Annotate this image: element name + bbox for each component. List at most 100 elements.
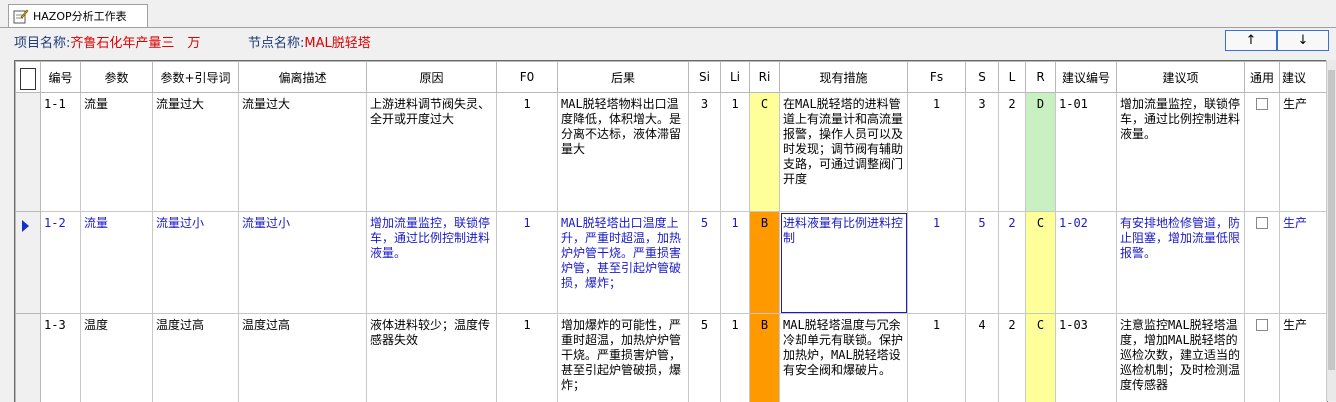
cell-consequence[interactable]: MAL脱轻塔物料出口温度降低，体积增大。是分离不达标，液体滞留量大 bbox=[558, 93, 689, 212]
cell-consequence[interactable]: 增加爆炸的可能性，严重时超温，加热炉炉管干烧。严重损害炉管，甚至引起炉管破损，爆… bbox=[558, 314, 689, 402]
cell-fs[interactable]: 1 bbox=[908, 212, 966, 314]
cell-s[interactable]: 5 bbox=[966, 212, 999, 314]
select-all-box[interactable] bbox=[20, 68, 36, 90]
col-header-measures[interactable]: 现有措施 bbox=[780, 62, 908, 93]
cell-rec-owner[interactable]: 生产 bbox=[1280, 93, 1329, 212]
cell-param[interactable]: 温度 bbox=[81, 314, 153, 402]
info-bar: 项目名称:齐鲁石化年产量三 万 节点名称:MAL脱轻塔 bbox=[0, 28, 1336, 54]
col-header-rec-no[interactable]: 建议编号 bbox=[1056, 62, 1117, 93]
cell-param-guide[interactable]: 温度过高 bbox=[153, 314, 239, 402]
table-row-selected[interactable]: 1-2 流量 流量过小 流量过小 增加流量监控，联锁停车，通过比例控制进料液量。… bbox=[16, 212, 1329, 314]
row-selector[interactable] bbox=[16, 93, 41, 212]
hazop-table: 编号 参数 参数+引导词 偏离描述 原因 F0 后果 Si Li Ri 现有措施… bbox=[15, 61, 1328, 402]
cell-cause[interactable]: 液体进料较少；温度传感器失效 bbox=[367, 314, 497, 402]
cell-id[interactable]: 1-2 bbox=[41, 212, 81, 314]
cell-r[interactable]: C bbox=[1026, 314, 1056, 402]
move-down-button[interactable]: ↓ bbox=[1277, 30, 1329, 51]
cell-s[interactable]: 4 bbox=[966, 314, 999, 402]
cell-measures[interactable]: MAL脱轻塔温度与冗余冷却单元有联锁。保护加热炉，MAL脱轻塔设有安全阀和爆破片… bbox=[780, 314, 908, 402]
cell-consequence[interactable]: MAL脱轻塔出口温度上升，严重时超温，加热炉炉管干烧。严重损害炉管，甚至引起炉管… bbox=[558, 212, 689, 314]
cell-s[interactable]: 3 bbox=[966, 93, 999, 212]
cell-measures-focused[interactable]: 进料液量有比例进料控制 bbox=[780, 212, 908, 314]
col-header-deviation[interactable]: 偏离描述 bbox=[239, 62, 367, 93]
node-name-value: MAL脱轻塔 bbox=[304, 36, 370, 51]
cell-id[interactable]: 1-1 bbox=[41, 93, 81, 212]
project-name-value: 齐鲁石化年产量三 万 bbox=[70, 36, 200, 51]
cell-param-guide[interactable]: 流量过小 bbox=[153, 212, 239, 314]
col-header-l[interactable]: L bbox=[999, 62, 1026, 93]
move-up-button[interactable]: ↑ bbox=[1225, 30, 1277, 51]
node-info: 节点名称:MAL脱轻塔 bbox=[248, 32, 371, 51]
col-header-id[interactable]: 编号 bbox=[41, 62, 81, 93]
cell-l[interactable]: 2 bbox=[999, 314, 1026, 402]
cell-rec-no[interactable]: 1-01 bbox=[1056, 93, 1117, 212]
cell-ri[interactable]: B bbox=[750, 212, 780, 314]
cell-li[interactable]: 1 bbox=[721, 93, 750, 212]
row-selector[interactable] bbox=[16, 314, 41, 402]
row-selector[interactable] bbox=[16, 212, 41, 314]
common-checkbox[interactable] bbox=[1256, 217, 1268, 229]
cell-si[interactable]: 5 bbox=[689, 212, 721, 314]
cell-cause[interactable]: 增加流量监控，联锁停车，通过比例控制进料液量。 bbox=[367, 212, 497, 314]
edit-document-icon bbox=[13, 8, 29, 24]
common-checkbox[interactable] bbox=[1256, 98, 1268, 110]
cell-fs[interactable]: 1 bbox=[908, 93, 966, 212]
cell-recommendation[interactable]: 增加流量监控，联锁停车，通过比例控制进料液量。 bbox=[1117, 93, 1245, 212]
cell-ri[interactable]: B bbox=[750, 314, 780, 402]
col-header-li[interactable]: Li bbox=[721, 62, 750, 93]
cell-common[interactable] bbox=[1245, 212, 1280, 314]
cell-cause[interactable]: 上游进料调节阀失灵、全开或开度过大 bbox=[367, 93, 497, 212]
cell-recommendation[interactable]: 有安排地检修管道，防止阻塞，增加流量低限报警。 bbox=[1117, 212, 1245, 314]
select-all-cell[interactable] bbox=[16, 62, 41, 93]
cell-rec-no[interactable]: 1-03 bbox=[1056, 314, 1117, 402]
cell-li[interactable]: 1 bbox=[721, 314, 750, 402]
cell-fs[interactable]: 1 bbox=[908, 314, 966, 402]
common-checkbox[interactable] bbox=[1256, 319, 1268, 331]
cell-l[interactable]: 2 bbox=[999, 212, 1026, 314]
cell-param-guide[interactable]: 流量过大 bbox=[153, 93, 239, 212]
col-header-rec-owner[interactable]: 建议 bbox=[1280, 62, 1329, 93]
cell-id[interactable]: 1-3 bbox=[41, 314, 81, 402]
tab-hazop-worksheet[interactable]: HAZOP分析工作表 bbox=[8, 4, 148, 27]
cell-deviation[interactable]: 温度过高 bbox=[239, 314, 367, 402]
col-header-cause[interactable]: 原因 bbox=[367, 62, 497, 93]
col-header-param-guide[interactable]: 参数+引导词 bbox=[153, 62, 239, 93]
cell-deviation[interactable]: 流量过大 bbox=[239, 93, 367, 212]
node-name-label: 节点名称: bbox=[248, 36, 304, 51]
cell-f0[interactable]: 1 bbox=[497, 93, 558, 212]
col-header-si[interactable]: Si bbox=[689, 62, 721, 93]
col-header-f0[interactable]: F0 bbox=[497, 62, 558, 93]
cell-measures[interactable]: 在MAL脱轻塔的进料管道上有流量计和高流量报警，操作人员可以及时发现；调节阀有辅… bbox=[780, 93, 908, 212]
cell-r[interactable]: C bbox=[1026, 212, 1056, 314]
cell-rec-no[interactable]: 1-02 bbox=[1056, 212, 1117, 314]
cell-ri[interactable]: C bbox=[750, 93, 780, 212]
hazop-grid: 编号 参数 参数+引导词 偏离描述 原因 F0 后果 Si Li Ri 现有措施… bbox=[14, 60, 1328, 402]
col-header-ri[interactable]: Ri bbox=[750, 62, 780, 93]
table-row[interactable]: 1-1 流量 流量过大 流量过大 上游进料调节阀失灵、全开或开度过大 1 MAL… bbox=[16, 93, 1329, 212]
cell-rec-owner[interactable]: 生产 bbox=[1280, 314, 1329, 402]
cell-recommendation[interactable]: 注意监控MAL脱轻塔温度，增加MAL脱轻塔的巡检次数，建立适当的巡检机制；及时检… bbox=[1117, 314, 1245, 402]
cell-li[interactable]: 1 bbox=[721, 212, 750, 314]
col-header-s[interactable]: S bbox=[966, 62, 999, 93]
cell-deviation[interactable]: 流量过小 bbox=[239, 212, 367, 314]
cell-rec-owner[interactable]: 生产 bbox=[1280, 212, 1329, 314]
cell-common[interactable] bbox=[1245, 93, 1280, 212]
cell-si[interactable]: 5 bbox=[689, 314, 721, 402]
table-row[interactable]: 1-3 温度 温度过高 温度过高 液体进料较少；温度传感器失效 1 增加爆炸的可… bbox=[16, 314, 1329, 402]
cell-common[interactable] bbox=[1245, 314, 1280, 402]
cell-param[interactable]: 流量 bbox=[81, 93, 153, 212]
cell-f0[interactable]: 1 bbox=[497, 212, 558, 314]
cell-l[interactable]: 2 bbox=[999, 93, 1026, 212]
cell-param[interactable]: 流量 bbox=[81, 212, 153, 314]
col-header-recommendation[interactable]: 建议项 bbox=[1117, 62, 1245, 93]
cell-r[interactable]: D bbox=[1026, 93, 1056, 212]
scrollbar-thumb[interactable] bbox=[1328, 70, 1335, 370]
col-header-param[interactable]: 参数 bbox=[81, 62, 153, 93]
col-header-fs[interactable]: Fs bbox=[908, 62, 966, 93]
col-header-r[interactable]: R bbox=[1026, 62, 1056, 93]
cell-f0[interactable]: 1 bbox=[497, 314, 558, 402]
col-header-consequence[interactable]: 后果 bbox=[558, 62, 689, 93]
col-header-common[interactable]: 通用 bbox=[1245, 62, 1280, 93]
vertical-scrollbar[interactable] bbox=[1326, 60, 1336, 401]
cell-si[interactable]: 3 bbox=[689, 93, 721, 212]
